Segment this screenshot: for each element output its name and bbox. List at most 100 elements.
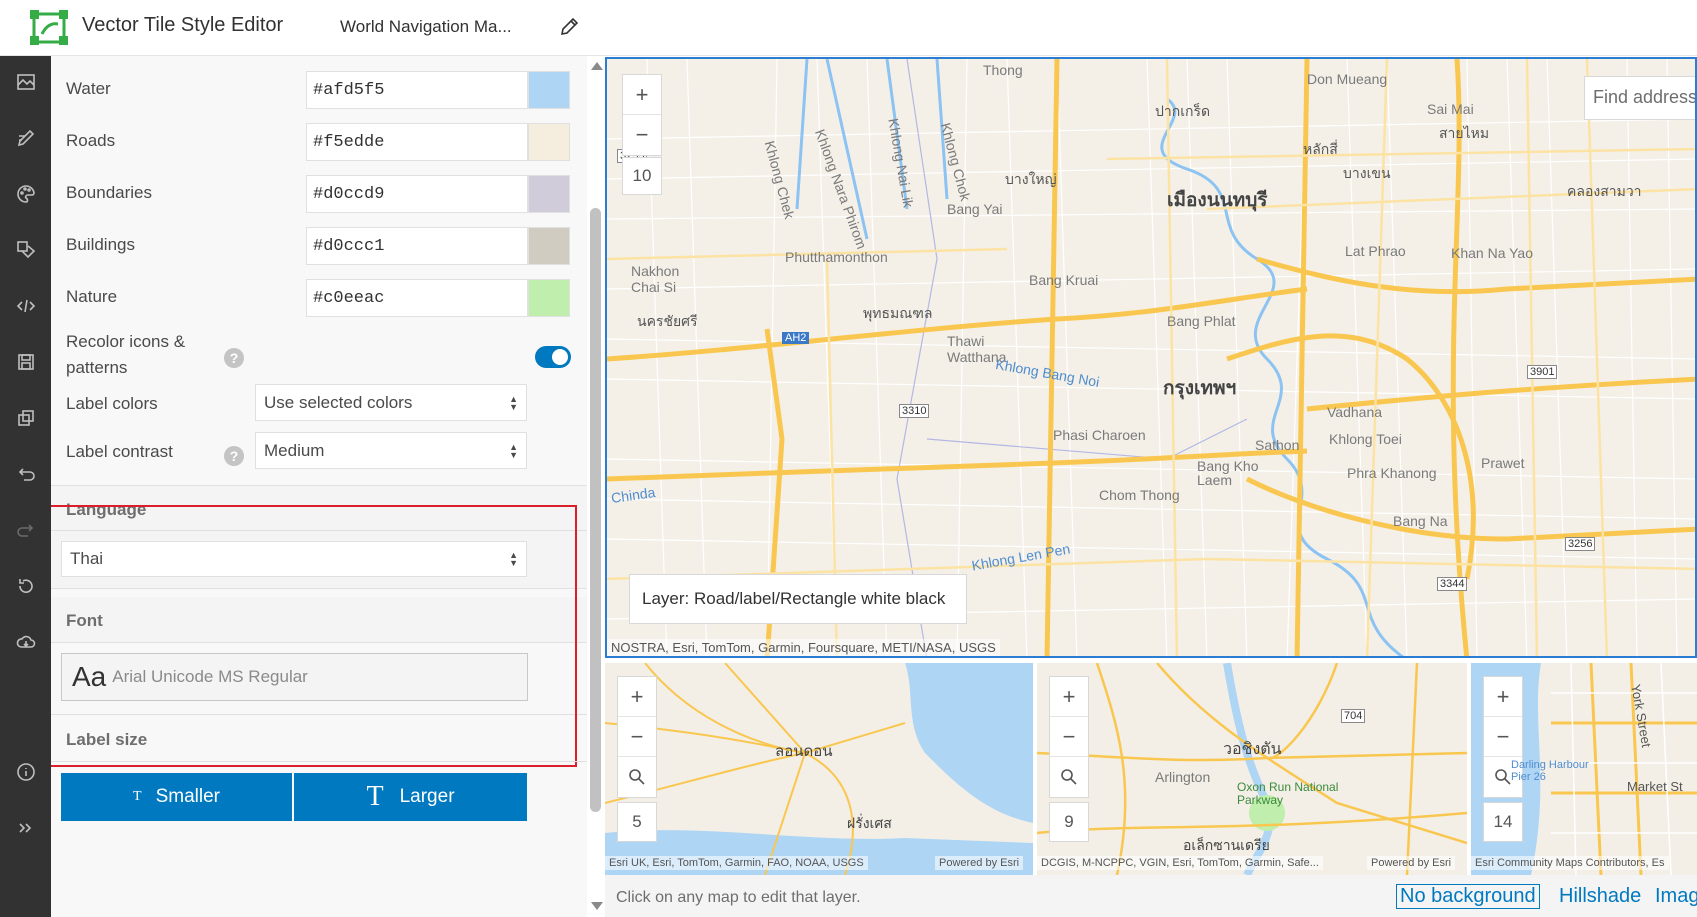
larger-button[interactable]: T Larger [294, 773, 527, 821]
hillshade-option[interactable]: Hillshade [1559, 885, 1641, 908]
reset-icon[interactable] [0, 566, 51, 606]
nature-color-input[interactable]: #c0eeac [306, 279, 528, 317]
map-label: Bang Na [1393, 513, 1448, 529]
expand-icon[interactable] [0, 808, 51, 848]
zoom-in-button[interactable]: + [623, 75, 661, 115]
status-text: Click on any map to edit that layer. [616, 889, 861, 906]
zoom-in-button[interactable]: + [618, 677, 656, 717]
mini-map-1-graphic [605, 663, 1033, 875]
buildings-color-swatch[interactable] [528, 227, 570, 265]
small-t-icon: T [133, 789, 142, 804]
map-label: ปากเกร็ด [1155, 103, 1211, 119]
contrast-help-icon[interactable]: ? [224, 446, 244, 466]
font-name: Arial Unicode MS Regular [112, 667, 308, 686]
mini-map-london[interactable]: + − 5 ลอนดอน ฝรั่งเศส Esri UK, Esri, Tom… [605, 663, 1033, 875]
tool-rail [0, 56, 51, 917]
zoom-out-button[interactable]: − [1050, 717, 1088, 757]
label-size-header: Label size [51, 716, 587, 762]
road-shield: 3344 [1437, 577, 1468, 591]
map-label: Bang Yai [947, 201, 1003, 217]
map-label: Bang Kho Laem [1197, 458, 1259, 488]
zoom-out-button[interactable]: − [1484, 717, 1522, 757]
map-label: เมืองนนทบุรี [1167, 190, 1268, 211]
zoom-out-button[interactable]: − [623, 115, 661, 155]
font-sample: Aa [72, 661, 107, 692]
imagery-option[interactable]: Imag [1655, 885, 1697, 908]
select-arrows-icon: ▲ ▼ [509, 441, 518, 460]
boundaries-color-swatch[interactable] [528, 175, 570, 213]
mini-3-zoom-level: 14 [1483, 802, 1523, 842]
main-zoom-control: + − [622, 74, 662, 156]
mini-map-washington[interactable]: + − 9 วอชิงตัน Arlington Oxon Run Nation… [1037, 663, 1467, 875]
zoom-out-button[interactable]: − [618, 717, 656, 757]
map-label: อเล็กซานเดรีย [1183, 837, 1270, 853]
color-label: Nature [66, 287, 118, 306]
copy-icon[interactable] [0, 398, 51, 438]
scroll-up-icon[interactable] [591, 62, 603, 70]
mini-1-powered-by: Powered by Esri [935, 856, 1024, 870]
download-icon[interactable] [0, 622, 51, 662]
mini-2-zoom-level: 9 [1049, 802, 1089, 842]
roads-color-input[interactable]: #f5edde [306, 123, 528, 161]
map-label: Lat Phrao [1345, 243, 1406, 259]
redo-icon[interactable] [0, 510, 51, 550]
mini-2-attribution: DCGIS, M-NCPPC, VGIN, Esri, TomTom, Garm… [1037, 856, 1323, 870]
boundaries-color-row: Boundaries #d0ccd9 [51, 166, 587, 218]
document-title[interactable]: World Navigation Ma... [340, 17, 512, 37]
save-icon[interactable] [0, 342, 51, 382]
recolor-help-icon[interactable]: ? [224, 348, 244, 368]
label-contrast-select[interactable]: Medium ▲ ▼ [255, 432, 527, 469]
map-label: คลองสามวา [1567, 183, 1642, 199]
map-label: หลักสี่ [1303, 141, 1338, 157]
larger-label: Larger [399, 786, 455, 807]
scroll-thumb[interactable] [590, 208, 601, 812]
info-icon[interactable] [0, 752, 51, 792]
main-map[interactable]: Thong Don Mueang ปากเกร็ด Sai Mai Khlong… [605, 57, 1697, 658]
recolor-label: Recolor icons & patterns [66, 329, 185, 381]
label-contrast-label: Label contrast [66, 442, 173, 461]
layers-icon[interactable] [0, 230, 51, 270]
pencil-icon[interactable] [558, 16, 580, 38]
map-label: นครชัยศรี [637, 313, 698, 329]
zoom-in-button[interactable]: + [1050, 677, 1088, 717]
vtse-logo-icon [30, 10, 68, 45]
roads-color-swatch[interactable] [528, 123, 570, 161]
code-icon[interactable] [0, 286, 51, 326]
smaller-button[interactable]: T Smaller [61, 773, 292, 821]
basemap-icon[interactable] [0, 62, 51, 102]
road-shield: 3256 [1565, 537, 1596, 551]
map-label: Phasi Charoen [1053, 427, 1146, 443]
label-colors-select[interactable]: Use selected colors ▲ ▼ [255, 384, 527, 421]
mini-map-sydney[interactable]: + − 14 York Street Market St Darling Har… [1471, 663, 1697, 875]
palette-icon[interactable] [0, 174, 51, 214]
scroll-down-icon[interactable] [591, 902, 603, 910]
recolor-toggle[interactable] [535, 346, 571, 368]
water-color-input[interactable]: #afd5f5 [306, 71, 528, 109]
water-color-swatch[interactable] [528, 71, 570, 109]
font-header: Font [51, 597, 587, 643]
mini-1-attribution: Esri UK, Esri, TomTom, Garmin, FAO, NOAA… [605, 856, 868, 870]
road-shield: AH2 [782, 332, 810, 344]
zoom-in-button[interactable]: + [1484, 677, 1522, 717]
search-icon[interactable] [1050, 757, 1088, 797]
find-address-input[interactable]: Find address [1584, 76, 1695, 120]
language-value: Thai [70, 549, 104, 568]
nature-color-swatch[interactable] [528, 279, 570, 317]
map-label: Darling Harbour Pier 26 [1511, 759, 1589, 783]
road-shield: 704 [1341, 709, 1366, 723]
font-picker[interactable]: Aa Arial Unicode MS Regular [61, 653, 528, 701]
app-title: Vector Tile Style Editor [82, 14, 284, 36]
boundaries-color-input[interactable]: #d0ccd9 [306, 175, 528, 213]
mini-3-attribution: Esri Community Maps Contributors, Es [1471, 856, 1669, 870]
no-background-option[interactable]: No background [1396, 884, 1540, 909]
edit-style-icon[interactable] [0, 118, 51, 158]
buildings-color-input[interactable]: #d0ccc1 [306, 227, 528, 265]
search-icon[interactable] [618, 757, 656, 797]
mini-2-powered-by: Powered by Esri [1367, 856, 1456, 870]
map-label: Thong [983, 62, 1023, 78]
undo-icon[interactable] [0, 454, 51, 494]
color-label: Boundaries [66, 183, 153, 202]
map-label: Oxon Run National Parkway [1237, 780, 1339, 807]
language-select[interactable]: Thai ▲ ▼ [61, 541, 527, 577]
roads-color-row: Roads #f5edde [51, 114, 587, 166]
